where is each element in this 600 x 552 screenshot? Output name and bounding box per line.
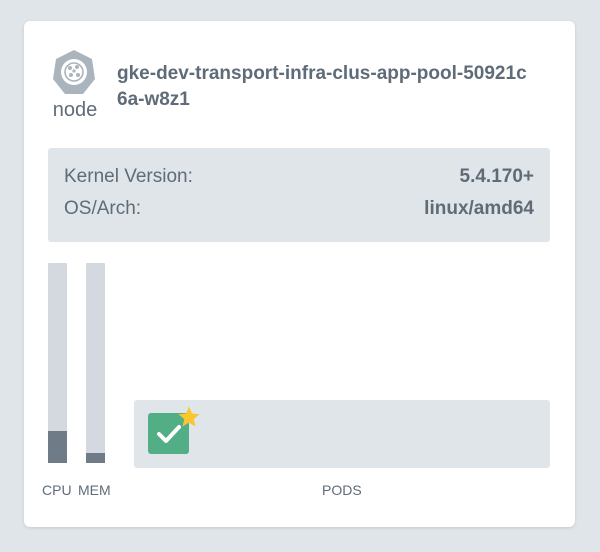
node-name[interactable]: gke-dev-transport-infra-clus-app-pool-50…: [117, 61, 537, 113]
mem-usage-bar: [86, 263, 105, 463]
info-key: Kernel Version:: [64, 166, 193, 187]
node-info-box: Kernel Version: 5.4.170+ OS/Arch: linux/…: [48, 148, 550, 242]
info-row-os-arch: OS/Arch: linux/amd64: [64, 198, 534, 226]
info-value: linux/amd64: [424, 198, 534, 219]
mem-usage-fill: [86, 453, 105, 463]
star-icon: [178, 406, 200, 427]
kubernetes-node-icon: [52, 49, 96, 95]
node-card: node gke-dev-transport-infra-clus-app-po…: [24, 21, 575, 527]
cpu-usage-fill: [48, 431, 67, 463]
info-value: 5.4.170+: [459, 166, 535, 187]
info-key: OS/Arch:: [64, 198, 142, 219]
info-row-kernel-version: Kernel Version: 5.4.170+: [64, 166, 534, 194]
mem-label: MEM: [78, 482, 111, 498]
pods-area: [134, 400, 550, 468]
pod-ready[interactable]: [148, 406, 200, 454]
pods-label: PODS: [322, 482, 362, 498]
cpu-usage-bar: [48, 263, 67, 463]
node-type-label: node: [52, 99, 98, 121]
cpu-label: CPU: [42, 482, 72, 498]
